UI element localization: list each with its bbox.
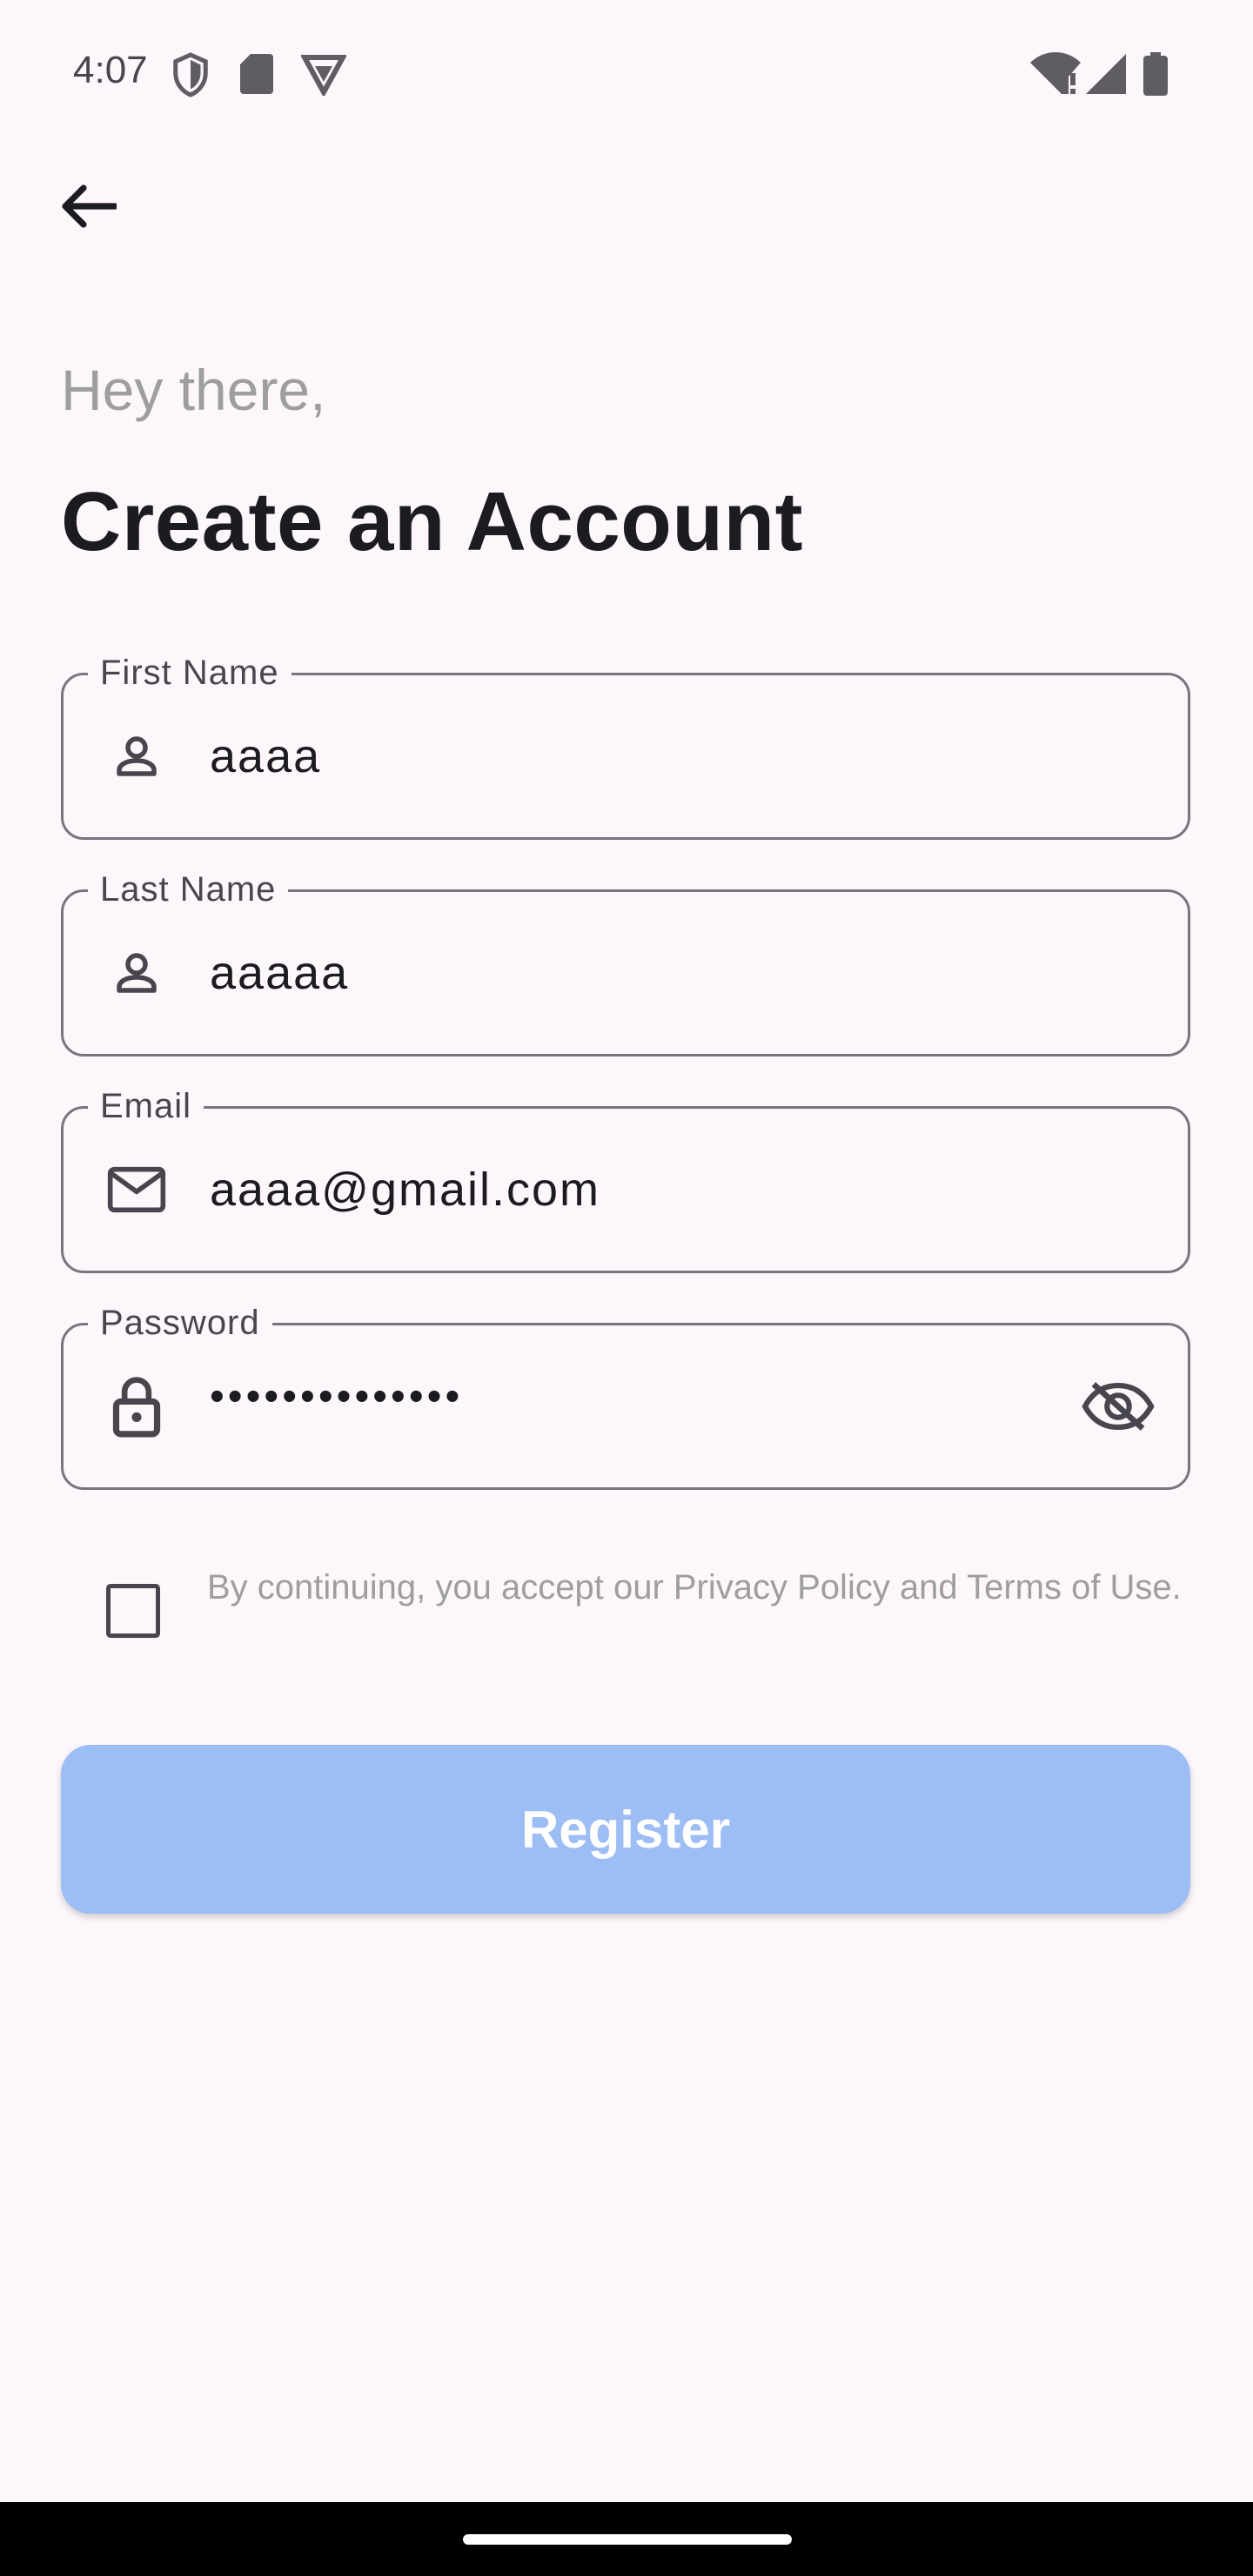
email-input[interactable]: aaaa@gmail.com [210, 1163, 600, 1217]
wifi-alert-icon [1030, 52, 1081, 98]
eye-off-icon[interactable] [1075, 1363, 1162, 1450]
email-field[interactable]: Email aaaa@gmail.com [61, 1084, 1190, 1273]
password-label: Password [88, 1301, 272, 1345]
back-button[interactable] [45, 171, 132, 245]
email-label: Email [88, 1084, 204, 1128]
page-title: Create an Account [61, 475, 804, 568]
battery-icon [1143, 52, 1168, 100]
terms-checkbox[interactable] [106, 1584, 160, 1638]
first-name-input[interactable]: aaaa [210, 729, 321, 783]
first-name-label: First Name [88, 651, 291, 694]
status-bar: 4:07 [0, 0, 1253, 148]
password-input[interactable]: •••••••••••••• [210, 1372, 463, 1420]
mail-icon [100, 1153, 173, 1226]
lock-icon [100, 1370, 173, 1443]
sd-card-icon [240, 54, 273, 98]
home-handle[interactable] [463, 2534, 792, 2545]
last-name-label: Last Name [88, 868, 289, 911]
shield-icon [171, 50, 211, 104]
status-time: 4:07 [73, 49, 148, 91]
vpn-icon [299, 54, 348, 100]
register-label: Register [520, 1800, 731, 1859]
last-name-field[interactable]: Last Name aaaaa [61, 868, 1190, 1057]
greeting-text: Hey there, [61, 358, 326, 422]
first-name-field[interactable]: First Name aaaa [61, 651, 1190, 840]
terms-text: By continuing, you accept our Privacy Po… [207, 1568, 1182, 1607]
signal-icon [1086, 54, 1126, 98]
arrow-left-icon [61, 184, 118, 232]
person-icon [100, 936, 173, 1010]
last-name-input[interactable]: aaaaa [210, 946, 349, 1000]
password-field[interactable]: Password •••••••••••••• [61, 1301, 1190, 1490]
register-button[interactable]: Register [61, 1745, 1190, 1914]
person-icon [100, 720, 173, 793]
